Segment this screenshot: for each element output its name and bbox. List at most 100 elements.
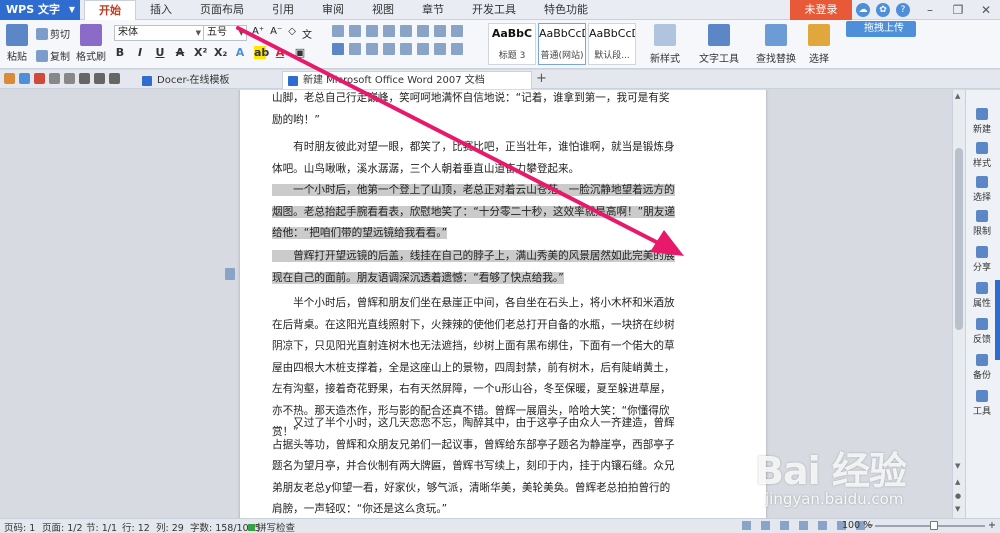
- subscript-icon[interactable]: X₂: [214, 46, 227, 59]
- prev-page-icon[interactable]: ▲: [955, 478, 960, 486]
- shrink-font-icon[interactable]: A⁻: [270, 26, 282, 41]
- panel-collapse-handle[interactable]: [995, 280, 1000, 360]
- bold-icon[interactable]: B: [114, 46, 126, 59]
- paste-button[interactable]: 粘贴: [4, 24, 30, 63]
- undo-icon[interactable]: [79, 73, 90, 84]
- app-menu-button[interactable]: WPS 文字 ▼: [0, 0, 80, 20]
- redo-icon[interactable]: [94, 73, 105, 84]
- tab-view[interactable]: 视图: [358, 0, 408, 20]
- pdf-icon[interactable]: [34, 73, 45, 84]
- copy-button[interactable]: 复制: [36, 48, 70, 63]
- login-button[interactable]: 未登录: [790, 0, 852, 20]
- side-backup-button[interactable]: 备份: [966, 354, 998, 381]
- tab-references[interactable]: 引用: [258, 0, 308, 20]
- side-feedback-button[interactable]: 反馈: [966, 318, 998, 345]
- highlight-icon[interactable]: ab: [254, 46, 269, 59]
- shading-icon[interactable]: [434, 43, 446, 55]
- read-view-icon[interactable]: [799, 521, 808, 530]
- save-icon[interactable]: [19, 73, 30, 84]
- tab-features[interactable]: 特色功能: [530, 0, 602, 20]
- spell-check-toggle[interactable]: 拼写检查: [248, 520, 295, 533]
- side-properties-button[interactable]: 属性: [966, 282, 998, 309]
- line-spacing-icon[interactable]: [417, 43, 429, 55]
- numbered-list-icon[interactable]: [349, 25, 361, 37]
- tab-page-layout[interactable]: 页面布局: [186, 0, 258, 20]
- tab-home[interactable]: 开始: [84, 0, 136, 20]
- cut-button[interactable]: 剪切: [36, 26, 70, 41]
- text-tools-button[interactable]: 文字工具: [694, 22, 744, 65]
- justify-icon[interactable]: [383, 43, 395, 55]
- cloud-icon[interactable]: ☁: [856, 3, 870, 17]
- underline-icon[interactable]: U: [154, 46, 166, 59]
- tab-review[interactable]: 审阅: [308, 0, 358, 20]
- customize-icon[interactable]: [109, 73, 120, 84]
- side-new-button[interactable]: 新建: [966, 108, 998, 135]
- find-replace-button[interactable]: 查找替换: [750, 22, 802, 65]
- scroll-thumb[interactable]: [955, 148, 963, 330]
- side-tools-button[interactable]: 工具: [966, 390, 998, 417]
- chinese-layout-icon[interactable]: [400, 25, 412, 37]
- increase-indent-icon[interactable]: [383, 25, 395, 37]
- side-styles-button[interactable]: 样式: [966, 142, 998, 169]
- style-normal-web[interactable]: AaBbCcD 普通(网站): [538, 23, 586, 65]
- superscript-icon[interactable]: X²: [194, 46, 207, 59]
- close-icon[interactable]: ✕: [972, 0, 1000, 20]
- restore-icon[interactable]: ❐: [944, 0, 972, 20]
- show-marks-icon[interactable]: [434, 25, 446, 37]
- phonetic-icon[interactable]: 文: [302, 26, 312, 41]
- web-view-icon[interactable]: [780, 521, 789, 530]
- help-icon[interactable]: ?: [896, 3, 910, 17]
- zoom-in-icon[interactable]: +: [988, 520, 996, 531]
- select-browse-icon[interactable]: ●: [955, 492, 961, 500]
- zoom-out-icon[interactable]: −: [866, 520, 874, 531]
- font-name-select[interactable]: 宋体 ▼: [114, 25, 204, 41]
- scroll-up-icon[interactable]: ▲: [955, 92, 960, 100]
- clear-format-icon[interactable]: ◇: [288, 26, 296, 41]
- scroll-down-icon[interactable]: ▼: [955, 462, 960, 470]
- select-button[interactable]: 选择: [802, 22, 836, 65]
- style-default-para[interactable]: AaBbCcDd 默认段...: [588, 23, 636, 65]
- format-painter-button[interactable]: 格式刷: [76, 24, 106, 63]
- page-view-icon[interactable]: [742, 521, 751, 530]
- char-shading-icon[interactable]: ▣: [294, 46, 306, 59]
- sort-icon[interactable]: [417, 25, 429, 37]
- bullet-list-icon[interactable]: [332, 25, 344, 37]
- border-icon[interactable]: [451, 25, 463, 37]
- side-restrict-button[interactable]: 限制: [966, 210, 998, 237]
- side-select-button[interactable]: 选择: [966, 176, 998, 203]
- add-tab-icon[interactable]: +: [536, 71, 547, 86]
- next-page-icon[interactable]: ▼: [955, 505, 960, 513]
- strikethrough-icon[interactable]: A: [174, 46, 186, 59]
- italic-icon[interactable]: I: [134, 46, 146, 59]
- new-style-button[interactable]: 新样式: [644, 22, 686, 65]
- align-left-icon[interactable]: [332, 43, 344, 55]
- upload-button[interactable]: 拖拽上传: [846, 21, 916, 37]
- font-color-icon[interactable]: A: [274, 46, 286, 59]
- align-right-icon[interactable]: [366, 43, 378, 55]
- tab-current-document[interactable]: 新建 Microsoft Office Word 2007 文档 (2).doc…: [282, 71, 532, 103]
- text-effect-icon[interactable]: A: [234, 46, 246, 59]
- full-screen-icon[interactable]: [818, 521, 827, 530]
- paragraph-layout-icon[interactable]: [225, 268, 235, 280]
- document-page[interactable]: 山脚，老总自己行走巅峰，笑呵呵地满怀自信地说：“记着，谁拿到第一，我可是有奖励的…: [240, 90, 766, 518]
- preview-icon[interactable]: [64, 73, 75, 84]
- style-heading-3[interactable]: AaBbC 标题 3: [488, 23, 536, 65]
- minimize-icon[interactable]: –: [916, 0, 944, 20]
- tab-docer-templates[interactable]: Docer-在线模板: [136, 71, 239, 89]
- tab-chapter[interactable]: 章节: [408, 0, 458, 20]
- grow-font-icon[interactable]: A⁺: [252, 26, 264, 41]
- align-center-icon[interactable]: [349, 43, 361, 55]
- decrease-indent-icon[interactable]: [366, 25, 378, 37]
- zoom-slider-handle[interactable]: [930, 521, 938, 530]
- distribute-icon[interactable]: [400, 43, 412, 55]
- print-icon[interactable]: [49, 73, 60, 84]
- open-icon[interactable]: [4, 73, 15, 84]
- table-border-icon[interactable]: [451, 43, 463, 55]
- tab-developer[interactable]: 开发工具: [458, 0, 530, 20]
- chevron-down-icon: ▼: [68, 5, 75, 14]
- font-size-select[interactable]: 五号 ▼: [203, 25, 247, 41]
- side-share-button[interactable]: 分享: [966, 246, 998, 273]
- skin-icon[interactable]: ✿: [876, 3, 890, 17]
- tab-insert[interactable]: 插入: [136, 0, 186, 20]
- outline-view-icon[interactable]: [761, 521, 770, 530]
